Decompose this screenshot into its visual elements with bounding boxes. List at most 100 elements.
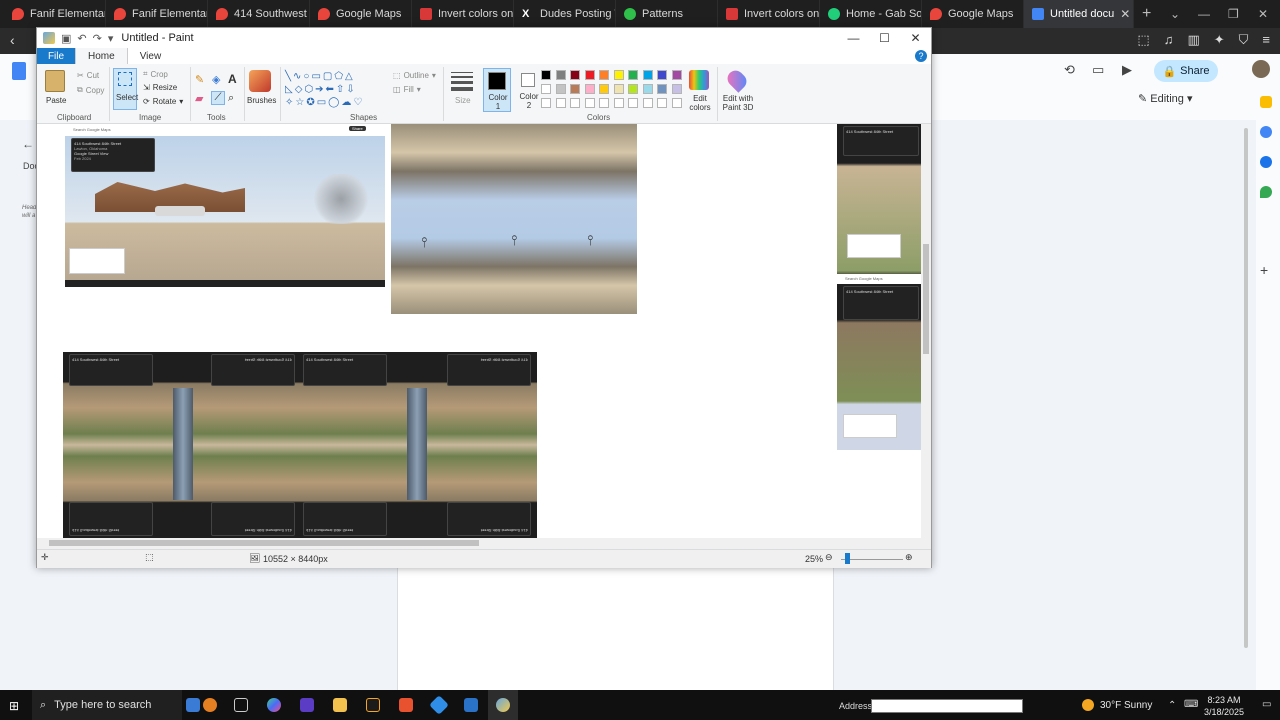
maximize-button[interactable]: ☐ xyxy=(869,28,900,48)
palette-swatch[interactable] xyxy=(628,70,638,80)
docs-page[interactable] xyxy=(397,567,834,690)
fill-button[interactable]: ◫ Fill ▾ xyxy=(393,85,421,94)
size-icon[interactable] xyxy=(451,72,473,91)
contacts-icon[interactable] xyxy=(1260,156,1272,168)
horizontal-scroll-thumb[interactable] xyxy=(49,540,479,546)
tasks-icon[interactable] xyxy=(1260,126,1272,138)
keyboard-icon[interactable]: ⌨ xyxy=(1184,699,1198,710)
paint-canvas-area[interactable]: Search Google Maps Share 414 Southwest 8… xyxy=(37,124,921,538)
fill-bucket-icon[interactable]: ◈ xyxy=(212,73,220,86)
brushes-button[interactable]: Brushes xyxy=(247,96,276,105)
copilot-icon[interactable] xyxy=(267,698,281,712)
close-window-icon[interactable]: ✕ xyxy=(1258,0,1268,28)
select-button[interactable]: Select xyxy=(113,68,138,110)
browser-tab[interactable]: Home - Gab Social xyxy=(820,0,922,28)
back-icon[interactable]: ‹ xyxy=(10,32,15,48)
palette-swatch[interactable] xyxy=(657,84,667,94)
history-icon[interactable]: ⟲ xyxy=(1064,62,1075,78)
paste-icon[interactable] xyxy=(45,70,65,92)
palette-swatch[interactable] xyxy=(584,70,595,80)
back-arrow-icon[interactable]: ← xyxy=(22,137,34,151)
tab-view[interactable]: View xyxy=(128,48,174,64)
paste-button[interactable]: Paste xyxy=(46,96,66,105)
keep-icon[interactable] xyxy=(1260,96,1272,108)
text-tool-icon[interactable]: A xyxy=(228,72,237,86)
address-input[interactable] xyxy=(871,699,1023,713)
editing-mode[interactable]: ✎ Editing ▾ xyxy=(1138,92,1193,105)
browser-tab[interactable]: Google Maps xyxy=(310,0,412,28)
palette-swatch[interactable] xyxy=(584,84,595,94)
palette-swatch-empty[interactable] xyxy=(613,98,624,108)
color-picker-icon[interactable]: ⟋ xyxy=(211,91,225,105)
redo-icon[interactable]: ↷ xyxy=(93,32,102,45)
horizontal-scrollbar[interactable] xyxy=(37,538,921,548)
undo-icon[interactable]: ↶ xyxy=(77,32,86,45)
palette-swatch[interactable] xyxy=(599,84,609,94)
add-addon-icon[interactable]: + xyxy=(1260,262,1268,278)
palette-swatch-empty[interactable] xyxy=(642,98,653,108)
pencil-icon[interactable]: ✎ xyxy=(195,73,204,86)
browser-tab[interactable]: Google Maps xyxy=(922,0,1024,28)
browser-tab[interactable]: Invert colors online xyxy=(718,0,820,28)
zoom-out-button[interactable]: ⊖ xyxy=(825,552,833,563)
brush-icon[interactable] xyxy=(249,70,271,92)
browser-tab[interactable]: 414 Southwest 84th xyxy=(208,0,310,28)
browser-tab[interactable]: X Dudes Posting The xyxy=(514,0,616,28)
puzzle-icon[interactable]: ✦ xyxy=(1214,32,1225,48)
tray-chevron-icon[interactable]: ⌃ xyxy=(1168,700,1176,711)
magnifier-icon[interactable]: ⌕ xyxy=(228,92,234,105)
palette-swatch-empty[interactable] xyxy=(671,98,682,108)
avatar[interactable] xyxy=(1252,60,1270,78)
share-button[interactable]: 🔒 Share xyxy=(1154,60,1218,82)
shield-icon[interactable]: ⛉ xyxy=(1239,32,1249,48)
docs-scrollbar[interactable] xyxy=(1244,128,1248,648)
palette-swatch[interactable] xyxy=(642,84,653,94)
task-view-icon[interactable] xyxy=(234,698,248,712)
brave-icon[interactable] xyxy=(399,698,413,712)
palette-swatch[interactable] xyxy=(671,84,682,94)
palette-swatch[interactable] xyxy=(570,70,580,80)
taskbar-search[interactable]: ⌕ Type here to search xyxy=(32,690,182,720)
paint-taskbar-button[interactable] xyxy=(488,690,518,720)
clock[interactable]: 8:23 AM 3/18/2025 xyxy=(1204,694,1244,718)
vlc-icon[interactable] xyxy=(366,698,380,712)
new-tab-button[interactable]: + xyxy=(1134,5,1159,23)
tab-search-icon[interactable]: ⌄ xyxy=(1170,0,1180,28)
crop-button[interactable]: ⌗ Crop xyxy=(143,69,168,79)
minimize-icon[interactable]: — xyxy=(1198,0,1210,28)
palette-swatch-empty[interactable] xyxy=(584,98,595,108)
palette-swatch[interactable] xyxy=(555,70,566,80)
palette-swatch[interactable] xyxy=(570,84,580,94)
palette-swatch-empty[interactable] xyxy=(541,98,551,108)
widgets-icon[interactable] xyxy=(186,698,200,712)
file-explorer-icon[interactable] xyxy=(333,698,347,712)
palette-swatch[interactable] xyxy=(613,84,624,94)
notification-icon[interactable]: ▭ xyxy=(1262,699,1271,710)
help-icon[interactable]: ? xyxy=(915,50,927,62)
palette-swatch[interactable] xyxy=(642,70,653,80)
palette-swatch-empty[interactable] xyxy=(628,98,638,108)
palette-swatch[interactable] xyxy=(599,70,609,80)
maximize-icon[interactable]: ❐ xyxy=(1228,0,1239,28)
browser-tab[interactable]: Patterns xyxy=(616,0,718,28)
weather-widget[interactable]: 30°F Sunny xyxy=(1082,699,1152,711)
vertical-scroll-thumb[interactable] xyxy=(923,244,929,354)
customize-icon[interactable]: ▾ xyxy=(108,32,114,45)
music-icon[interactable]: ♫ xyxy=(1164,32,1174,48)
color2-button[interactable]: Color 2 xyxy=(515,68,543,112)
size-button[interactable]: Size xyxy=(455,96,471,105)
menu-icon[interactable]: ≡ xyxy=(1262,32,1270,48)
extensions-icon[interactable]: ⬚ xyxy=(1137,32,1149,48)
palette-swatch[interactable] xyxy=(555,84,566,94)
palette-swatch[interactable] xyxy=(541,70,551,80)
eraser-icon[interactable]: ▰ xyxy=(195,92,203,105)
sidebar-icon[interactable]: ▥ xyxy=(1187,32,1199,48)
palette-swatch[interactable] xyxy=(657,70,667,80)
shapes-gallery[interactable]: ╲∿○▭▢⬠△ ◺◇⬡➔⬅⇧⇩ ✧☆✪▭◯☁♡ xyxy=(285,70,385,110)
palette-swatch[interactable] xyxy=(541,84,551,94)
palette-swatch[interactable] xyxy=(613,70,624,80)
browser-tab-active[interactable]: Untitled docu ✕ xyxy=(1024,0,1134,28)
browser-tab[interactable]: Fanif Elementary Sc xyxy=(4,0,106,28)
palette-swatch-empty[interactable] xyxy=(599,98,609,108)
palette-swatch-empty[interactable] xyxy=(555,98,566,108)
